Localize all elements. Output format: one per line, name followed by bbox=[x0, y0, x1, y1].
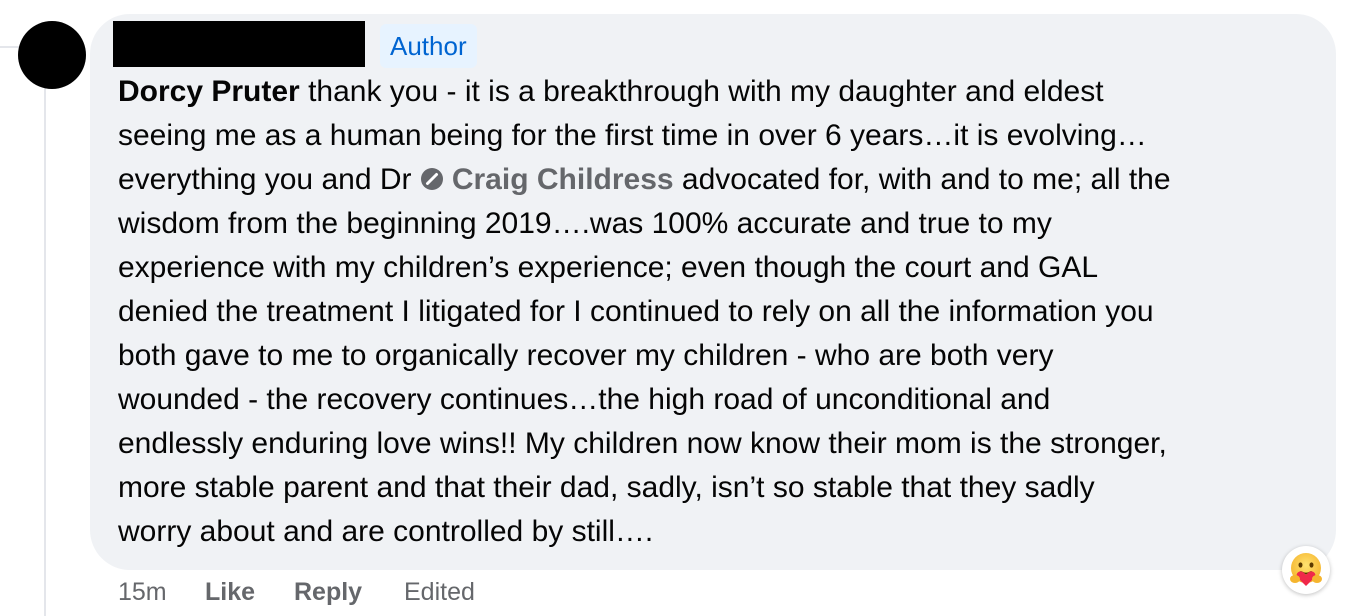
comment-line: seeing me as a human being for the first… bbox=[118, 119, 1147, 152]
edited-label[interactable]: Edited bbox=[404, 574, 475, 610]
comment-line: wisdom from the beginning 2019….was 100%… bbox=[118, 207, 1052, 240]
comment-line: endlessly enduring love wins!! My childr… bbox=[118, 427, 1167, 460]
comment-line: Dorcy Pruter thank you - it is a breakth… bbox=[118, 70, 1314, 114]
comment-text: Dorcy Pruter thank you - it is a breakth… bbox=[118, 70, 1314, 554]
slash-circle-icon bbox=[420, 168, 443, 190]
thread-line bbox=[44, 88, 46, 616]
comment-line-text: advocated for, with and to me; all the bbox=[673, 163, 1171, 196]
reaction-summary[interactable] bbox=[1282, 546, 1330, 594]
comment-line: both gave to me to organically recover m… bbox=[118, 339, 1054, 372]
comment-line: more stable parent and that their dad, s… bbox=[118, 471, 1095, 504]
comment-line: wounded - the recovery continues…the hig… bbox=[118, 383, 1051, 416]
timestamp[interactable]: 15m bbox=[118, 574, 167, 610]
comment-line: denied the treatment I litigated for I c… bbox=[118, 295, 1154, 328]
comment-line-text: thank you - it is a breakthrough with my… bbox=[299, 75, 1104, 108]
reply-button[interactable]: Reply bbox=[294, 574, 362, 610]
redacted-author-name bbox=[113, 21, 365, 67]
author-badge: Author bbox=[380, 24, 477, 68]
comment-line: experience with my children’s experience… bbox=[118, 251, 1099, 284]
comment-line: worry about and are controlled by still…… bbox=[118, 515, 654, 548]
tag-craig-childress[interactable]: Craig Childress bbox=[420, 163, 674, 196]
tag-name: Craig Childress bbox=[451, 163, 674, 196]
comment-line: everything you and Dr Craig Childress ad… bbox=[118, 158, 1314, 202]
mention-dorcy-pruter[interactable]: Dorcy Pruter bbox=[118, 75, 300, 108]
comment-line-text: everything you and Dr bbox=[118, 163, 420, 196]
care-reaction-icon bbox=[1290, 553, 1322, 586]
avatar[interactable] bbox=[18, 21, 86, 89]
like-button[interactable]: Like bbox=[205, 574, 255, 610]
